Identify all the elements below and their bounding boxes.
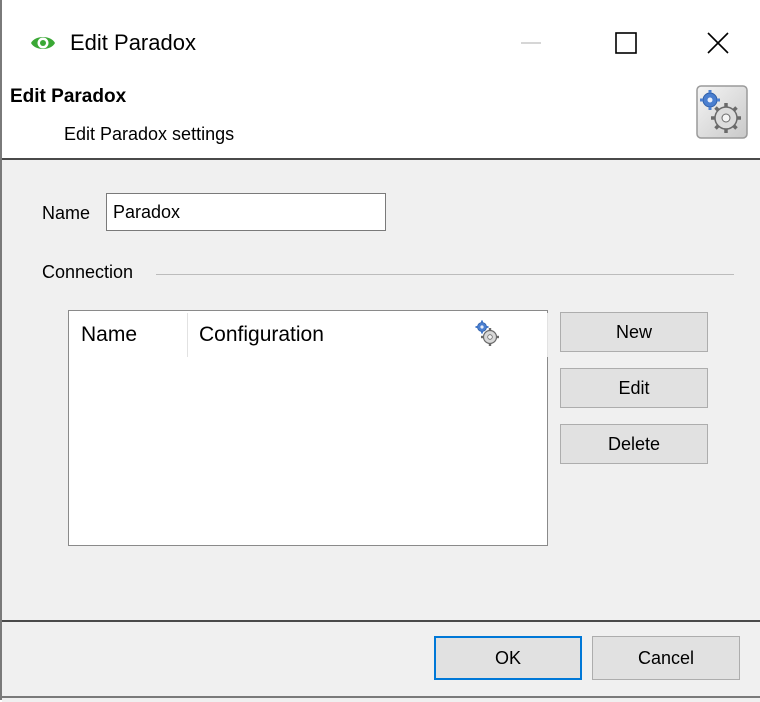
connection-group-label: Connection: [42, 262, 134, 282]
column-separator[interactable]: [187, 313, 188, 357]
name-input[interactable]: [106, 193, 386, 231]
connection-group-divider: [156, 274, 734, 275]
name-label: Name: [42, 203, 91, 223]
minimize-button[interactable]: [497, 14, 565, 72]
maximize-icon: [615, 32, 637, 54]
eye-icon: [31, 37, 55, 49]
settings-gears-icon: [696, 85, 748, 139]
cancel-button[interactable]: Cancel: [592, 636, 740, 680]
column-header-name[interactable]: Name: [81, 311, 137, 359]
edit-paradox-dialog: Edit Paradox Edit Paradox Edit Paradox s…: [0, 0, 760, 702]
dialog-body: Name Connection Name Configuration: [2, 160, 760, 620]
title-bar[interactable]: Edit Paradox: [2, 0, 760, 82]
new-button[interactable]: New: [560, 312, 708, 352]
edit-button[interactable]: Edit: [560, 368, 708, 408]
column-header-configuration[interactable]: Configuration: [199, 311, 324, 359]
header-subtitle: Edit Paradox settings: [64, 124, 235, 144]
gears-icon[interactable]: [473, 319, 501, 347]
dialog-header: Edit Paradox Edit Paradox settings: [2, 82, 760, 160]
window-bottom-border: [2, 696, 760, 698]
column-separator[interactable]: [547, 313, 548, 357]
header-title: Edit Paradox: [10, 86, 127, 107]
connection-list[interactable]: Name Configuration: [68, 310, 548, 546]
minimize-icon: [521, 42, 541, 44]
window-title: Edit Paradox: [70, 30, 196, 55]
maximize-button[interactable]: [592, 14, 660, 72]
close-icon: [707, 32, 729, 54]
close-button[interactable]: [684, 14, 752, 72]
delete-button[interactable]: Delete: [560, 424, 708, 464]
ok-button[interactable]: OK: [434, 636, 582, 680]
dialog-footer: OK Cancel: [2, 620, 760, 702]
